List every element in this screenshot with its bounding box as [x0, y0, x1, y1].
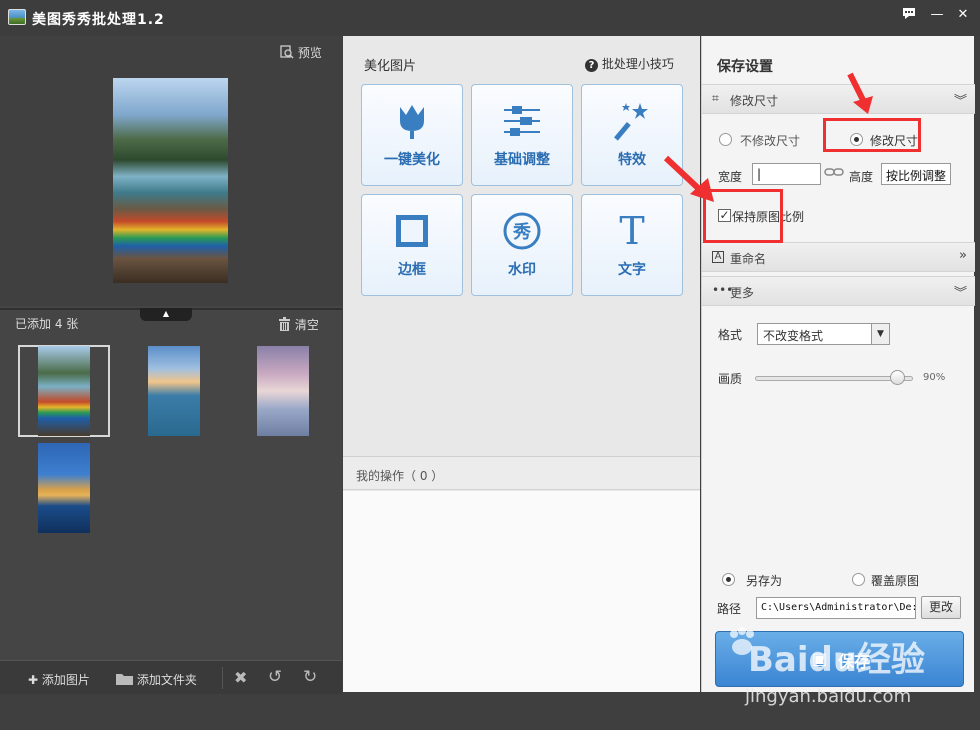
watermark-button[interactable]: 秀 水印 — [471, 194, 573, 296]
frame-icon — [362, 211, 462, 260]
format-select[interactable]: 不改变格式 ▼ — [757, 323, 890, 345]
save-as-radio[interactable] — [722, 573, 735, 586]
frame-label: 边框 — [398, 262, 426, 278]
feedback-icon[interactable] — [898, 6, 920, 24]
save-as-label: 另存为 — [746, 574, 783, 588]
minimize-button[interactable]: — — [926, 6, 948, 24]
clear-label: 清空 — [294, 318, 319, 332]
rotate-left-icon[interactable]: ↺ — [268, 667, 282, 687]
add-image-button[interactable]: ✚ 添加图片 — [28, 671, 90, 688]
frame-button[interactable]: 边框 — [361, 194, 463, 296]
thumbnail-image[interactable] — [257, 346, 309, 436]
add-folder-label: 添加文件夹 — [136, 673, 197, 687]
add-image-label: 添加图片 — [41, 673, 90, 687]
tips-label: 批处理小技巧 — [601, 57, 674, 71]
app-icon — [8, 9, 26, 25]
svg-text:秀: 秀 — [512, 222, 531, 243]
add-folder-button[interactable]: 添加文件夹 — [116, 671, 197, 688]
rotate-right-icon[interactable]: ↻ — [303, 667, 317, 687]
overwrite-radio[interactable] — [852, 573, 865, 586]
dropdown-arrow-icon: ▼ — [871, 324, 889, 344]
remove-icon[interactable]: ✖ — [234, 668, 247, 687]
thumbnail-image[interactable] — [38, 346, 90, 436]
chevron-down-icon: ︾ — [953, 286, 967, 301]
folder-icon — [116, 673, 137, 687]
beautify-title: 美化图片 — [364, 59, 417, 74]
sliders-icon — [472, 101, 572, 150]
one-click-beautify-label: 一键美化 — [384, 152, 440, 168]
preview-area: 预览 — [0, 36, 342, 306]
thumbnail-image[interactable] — [148, 346, 200, 436]
title-bar: 美图秀秀批处理1.2 — ✕ — [0, 0, 980, 36]
quality-slider-handle[interactable] — [889, 370, 905, 385]
height-input[interactable]: 按比例调整 — [881, 163, 951, 185]
chevron-right-icon: » — [959, 248, 967, 263]
beautify-panel: 美化图片 ? 批处理小技巧 一键美化 基础调整 特效 边框 秀 水印 T 文字 — [343, 36, 700, 692]
bottom-toolbar: ✚ 添加图片 添加文件夹 ✖ ↺ ↻ — [0, 660, 342, 694]
app-title: 美图秀秀批处理1.2 — [32, 12, 165, 28]
help-icon: ? — [585, 59, 598, 72]
clear-button[interactable]: 清空 — [278, 316, 319, 333]
change-path-button[interactable]: 更改 — [921, 596, 961, 619]
rename-icon: A — [712, 251, 724, 263]
format-label: 格式 — [718, 328, 743, 342]
red-arrows — [663, 72, 873, 202]
added-count-label: 已添加 4 张 — [15, 317, 79, 331]
more-section-label: 更多 — [730, 286, 755, 300]
plus-icon: ✚ — [28, 673, 39, 687]
watermark-icon: 秀 — [472, 211, 572, 260]
path-input[interactable]: C:\Users\Administrator\De: — [756, 597, 916, 619]
chevron-down-icon: ︾ — [953, 94, 967, 109]
baidu-watermark-url: jingyan.baidu.com — [745, 686, 912, 707]
preview-image — [113, 78, 228, 283]
rename-section-label: 重命名 — [730, 252, 767, 266]
rename-section-header[interactable]: A 重命名 » — [702, 242, 975, 272]
thumbnail-image[interactable] — [38, 443, 90, 533]
format-value: 不改变格式 — [763, 329, 824, 343]
basic-adjust-button[interactable]: 基础调整 — [471, 84, 573, 186]
separator — [222, 667, 223, 689]
preview-label: 预览 — [297, 46, 322, 60]
tulip-icon — [362, 101, 462, 150]
basic-adjust-label: 基础调整 — [494, 152, 550, 168]
quality-label: 画质 — [718, 372, 743, 386]
watermark-label: 水印 — [508, 262, 536, 278]
image-list-panel: 预览 ▲ 已添加 4 张 清空 ✚ 添加图片 添加文件夹 ✖ ↺ ↻ — [0, 36, 342, 694]
operations-header: 我的操作（ 0 ） — [343, 456, 700, 490]
preview-icon — [280, 45, 298, 60]
overwrite-label: 覆盖原图 — [871, 574, 920, 588]
more-section-header[interactable]: ••• 更多 ︾ — [702, 276, 975, 306]
baidu-watermark-logo: Baidu经验 — [748, 640, 926, 680]
close-button[interactable]: ✕ — [952, 6, 974, 24]
operations-list — [343, 491, 700, 692]
one-click-beautify-button[interactable]: 一键美化 — [361, 84, 463, 186]
preview-button[interactable]: 预览 — [280, 44, 322, 61]
operations-label: 我的操作（ 0 ） — [356, 469, 444, 483]
path-label: 路径 — [717, 602, 742, 616]
text-label: 文字 — [618, 262, 646, 278]
trash-icon — [278, 317, 295, 332]
quality-value: 90% — [923, 372, 946, 383]
collapse-preview-button[interactable]: ▲ — [140, 308, 192, 321]
